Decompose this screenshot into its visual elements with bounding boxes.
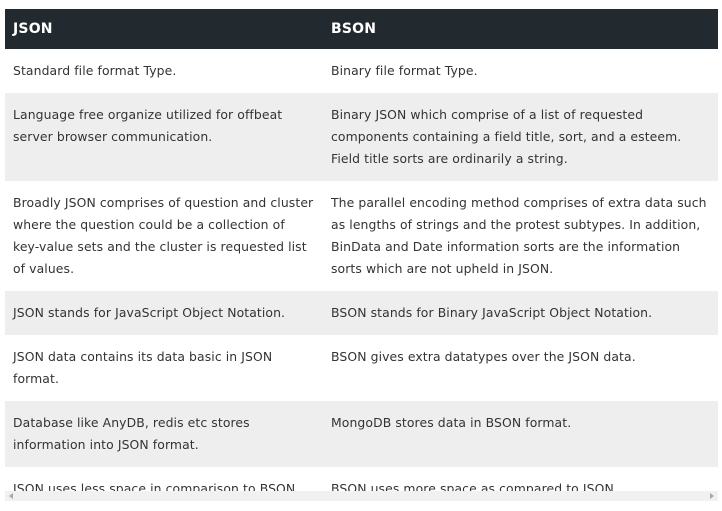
cell-bson: Binary file format Type. [323,49,718,93]
cell-json: JSON stands for JavaScript Object Notati… [5,291,323,335]
cell-json: JSON uses less space in comparison to BS… [5,467,323,511]
table-row: Language free organize utilized for offb… [5,93,718,181]
comparison-table-container: JSON BSON Standard file format Type. Bin… [5,9,718,511]
cell-bson: BSON uses more space as compared to JSON… [323,467,718,511]
table-row: Broadly JSON comprises of question and c… [5,181,718,291]
cell-json: Broadly JSON comprises of question and c… [5,181,323,291]
cell-json: Standard file format Type. [5,49,323,93]
table-row: JSON uses less space in comparison to BS… [5,467,718,511]
header-json: JSON [5,9,323,49]
cell-bson: BSON stands for Binary JavaScript Object… [323,291,718,335]
table-header-row: JSON BSON [5,9,718,49]
table-row: Standard file format Type. Binary file f… [5,49,718,93]
comparison-table: JSON BSON Standard file format Type. Bin… [5,9,718,511]
cell-bson: Binary JSON which comprise of a list of … [323,93,718,181]
cell-bson: The parallel encoding method comprises o… [323,181,718,291]
table-row: Database like AnyDB, redis etc stores in… [5,401,718,467]
cell-json: Language free organize utilized for offb… [5,93,323,181]
cell-json: Database like AnyDB, redis etc stores in… [5,401,323,467]
cell-bson: MongoDB stores data in BSON format. [323,401,718,467]
table-row: JSON data contains its data basic in JSO… [5,335,718,401]
table-row: JSON stands for JavaScript Object Notati… [5,291,718,335]
horizontal-scrollbar[interactable] [5,491,718,501]
header-bson: BSON [323,9,718,49]
cell-bson: BSON gives extra datatypes over the JSON… [323,335,718,401]
chevron-left-icon[interactable] [9,493,13,499]
chevron-right-icon[interactable] [710,493,714,499]
cell-json: JSON data contains its data basic in JSO… [5,335,323,401]
